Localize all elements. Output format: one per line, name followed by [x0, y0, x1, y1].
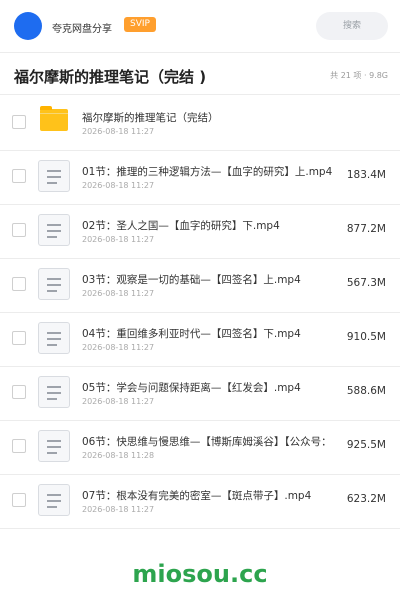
file-size: 925.5M: [346, 439, 386, 451]
file-size: 623.2M: [346, 493, 386, 505]
video-file-icon: [38, 214, 70, 246]
folder-icon: [40, 106, 68, 131]
file-date: 2026-08-18 11:27: [82, 343, 155, 352]
list-item[interactable]: 02节：圣人之国—【血字的研究】下.mp4 2026-08-18 11:27 8…: [0, 204, 400, 258]
file-date: 2026-08-18 11:27: [82, 289, 155, 298]
file-name: 福尔摩斯的推理笔记（完结）: [82, 112, 219, 124]
search-input[interactable]: 搜索: [316, 12, 388, 40]
file-date: 2026-08-18 11:27: [82, 397, 155, 406]
brand-name: 夸克网盘分享: [52, 24, 112, 35]
checkbox[interactable]: [12, 277, 26, 291]
row-divider: [0, 528, 400, 529]
checkbox[interactable]: [12, 169, 26, 183]
video-file-icon: [38, 322, 70, 354]
video-file-icon: [38, 430, 70, 462]
file-size: 588.6M: [346, 385, 386, 397]
video-file-icon: [38, 376, 70, 408]
title-divider: [0, 94, 400, 95]
list-item[interactable]: 04节：重回维多利亚时代—【四签名】下.mp4 2026-08-18 11:27…: [0, 312, 400, 366]
list-item[interactable]: 03节：观察是一切的基础—【四签名】上.mp4 2026-08-18 11:27…: [0, 258, 400, 312]
checkbox[interactable]: [12, 493, 26, 507]
video-file-icon: [38, 160, 70, 192]
file-date: 2026-08-18 11:28: [82, 451, 155, 460]
item-count: 共 21 项 · 9.8G: [330, 71, 388, 80]
file-size: 183.4M: [346, 169, 386, 181]
video-file-icon: [38, 268, 70, 300]
header-divider: [0, 52, 400, 53]
list-item[interactable]: 福尔摩斯的推理笔记（完结） 2026-08-18 11:27: [0, 96, 400, 150]
file-name: 05节：学会与问题保持距离—【红发会】.mp4: [82, 382, 301, 394]
list-item[interactable]: 06节：快思维与慢思维—【博斯库姆溪谷】【公众号： 2026-08-18 11:…: [0, 420, 400, 474]
file-name: 06节：快思维与慢思维—【博斯库姆溪谷】【公众号：: [82, 436, 332, 448]
file-size: 910.5M: [346, 331, 386, 343]
checkbox[interactable]: [12, 331, 26, 345]
app-header: 夸克网盘分享 SVIP 搜索: [0, 0, 400, 52]
file-name: 01节：推理的三种逻辑方法—【血字的研究】上.mp4: [82, 166, 333, 178]
file-name: 03节：观察是一切的基础—【四签名】上.mp4: [82, 274, 301, 286]
list-item[interactable]: 07节：根本没有完美的密室—【斑点带子】.mp4 2026-08-18 11:2…: [0, 474, 400, 528]
folder-title: 福尔摩斯的推理笔记（完结 ): [14, 68, 207, 86]
watermark: miosou.cc: [132, 560, 268, 588]
file-name: 04节：重回维多利亚时代—【四签名】下.mp4: [82, 328, 301, 340]
file-size: 567.3M: [346, 277, 386, 289]
file-date: 2026-08-18 11:27: [82, 181, 155, 190]
checkbox[interactable]: [12, 115, 26, 129]
checkbox[interactable]: [12, 439, 26, 453]
file-name: 02节：圣人之国—【血字的研究】下.mp4: [82, 220, 280, 232]
list-item[interactable]: 01节：推理的三种逻辑方法—【血字的研究】上.mp4 2026-08-18 11…: [0, 150, 400, 204]
file-name: 07节：根本没有完美的密室—【斑点带子】.mp4: [82, 490, 312, 502]
avatar[interactable]: [14, 12, 42, 40]
checkbox[interactable]: [12, 223, 26, 237]
svip-badge: SVIP: [124, 17, 156, 32]
file-size: 877.2M: [346, 223, 386, 235]
list-item[interactable]: 05节：学会与问题保持距离—【红发会】.mp4 2026-08-18 11:27…: [0, 366, 400, 420]
video-file-icon: [38, 484, 70, 516]
file-date: 2026-08-18 11:27: [82, 127, 155, 136]
file-date: 2026-08-18 11:27: [82, 235, 155, 244]
checkbox[interactable]: [12, 385, 26, 399]
file-date: 2026-08-18 11:27: [82, 505, 155, 514]
